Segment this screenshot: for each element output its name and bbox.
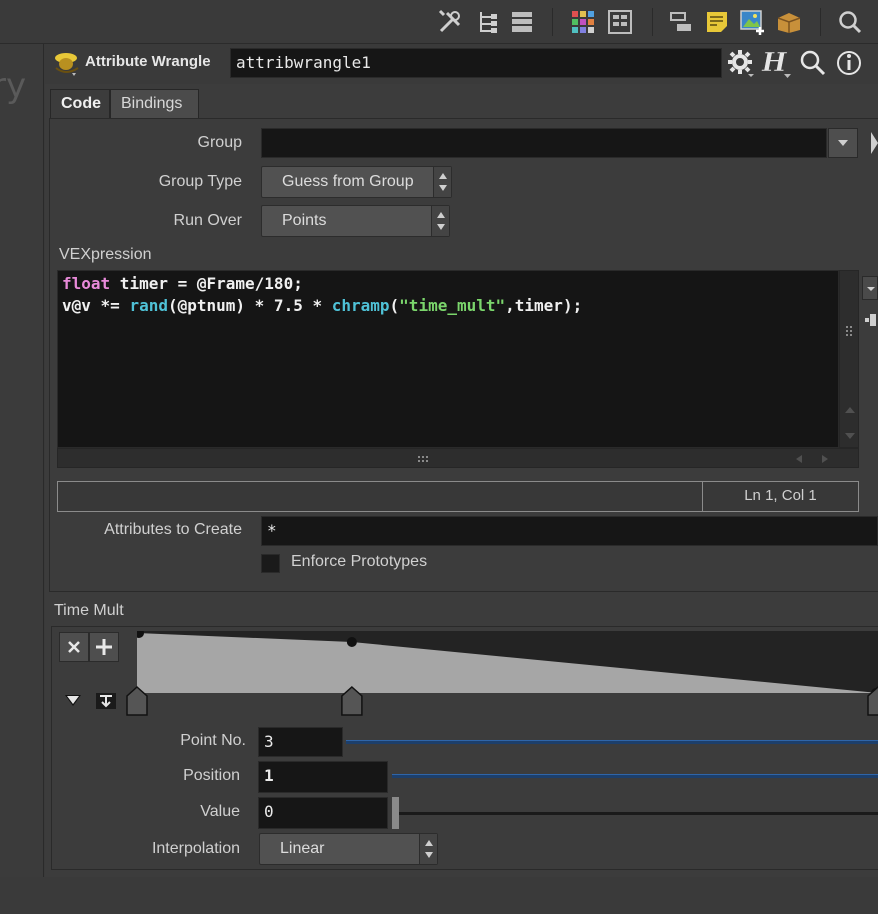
code-string: "time_mult"	[399, 296, 506, 315]
interpolation-dropdown[interactable]: Linear	[259, 833, 438, 865]
code-line-1: float timer = @Frame/180;	[62, 273, 834, 295]
value-label: Value	[200, 803, 240, 820]
point-no-slider[interactable]	[346, 740, 878, 744]
position-input[interactable]: 1	[258, 761, 388, 793]
tree-icon[interactable]	[474, 8, 502, 36]
note-icon[interactable]	[703, 8, 731, 36]
ramp-point[interactable]	[346, 637, 357, 647]
editor-horizontal-scrollbar[interactable]	[57, 448, 859, 468]
tab-code[interactable]: Code	[50, 89, 110, 119]
group-input[interactable]	[261, 128, 827, 158]
code-function: chramp	[331, 296, 390, 315]
ramp-keys[interactable]	[120, 684, 878, 718]
code-function: rand	[129, 296, 168, 315]
help-h-icon[interactable]: H	[760, 47, 794, 79]
run-over-value: Points	[282, 212, 327, 229]
chevron-down-icon	[867, 287, 875, 291]
left-panel-gutter	[0, 44, 44, 877]
code-line-2: v@v *= rand(@ptnum) * 7.5 * chramp("time…	[62, 295, 834, 317]
value-slider-track[interactable]	[399, 812, 878, 815]
gear-icon[interactable]	[726, 48, 756, 78]
attributes-to-create-label: Attributes to Create	[104, 521, 242, 538]
attributes-to-create-input[interactable]: *	[261, 516, 878, 546]
code-text: ,timer);	[505, 296, 583, 315]
group-type-label: Group Type	[158, 173, 242, 190]
updown-arrows-icon	[431, 206, 449, 236]
remove-point-button[interactable]	[59, 632, 89, 662]
point-no-label: Point No.	[180, 732, 246, 749]
group-type-value: Guess from Group	[282, 173, 414, 190]
run-over-dropdown[interactable]: Points	[261, 205, 450, 237]
chevron-down-icon	[838, 140, 848, 146]
editor-vertical-scrollbar[interactable]	[839, 270, 859, 448]
package-icon[interactable]	[775, 8, 803, 36]
list-icon[interactable]	[508, 8, 536, 36]
node-icon[interactable]	[667, 8, 695, 36]
ramp-key-marker[interactable]	[867, 685, 878, 716]
ramp-key-marker[interactable]	[126, 685, 148, 716]
ramp-key-marker[interactable]	[341, 685, 363, 716]
svg-text:H: H	[761, 48, 788, 78]
node-name-input[interactable]: attribwrangle1	[230, 48, 722, 78]
code-keyword: float	[62, 274, 111, 293]
tools-icon[interactable]	[436, 8, 464, 36]
editor-expand-button[interactable]	[862, 276, 878, 300]
ramp-preset-icon[interactable]	[95, 692, 117, 710]
vex-code-editor[interactable]: float timer = @Frame/180; v@v *= rand(@pt…	[57, 270, 839, 448]
point-no-input[interactable]: 3	[258, 727, 343, 757]
close-icon	[68, 641, 80, 653]
enforce-prototypes-label: Enforce Prototypes	[291, 553, 428, 570]
run-over-label: Run Over	[173, 212, 242, 229]
group-dropdown-button[interactable]	[828, 128, 858, 158]
code-text: (@ptnum) * 7.5 *	[167, 296, 332, 315]
plus-icon	[96, 639, 112, 655]
wrangle-node-icon[interactable]	[52, 48, 82, 78]
collapse-triangle-icon[interactable]	[63, 692, 83, 708]
group-type-dropdown[interactable]: Guess from Group	[261, 166, 452, 198]
main-toolbar	[0, 0, 878, 44]
gutter-text: ry	[0, 66, 27, 106]
ramp-title: Time Mult	[54, 602, 124, 619]
cursor-position: Ln 1, Col 1	[702, 482, 858, 511]
group-label: Group	[197, 134, 242, 151]
layout-icon[interactable]	[606, 8, 634, 36]
interpolation-label: Interpolation	[151, 840, 240, 857]
interpolation-value: Linear	[280, 840, 325, 857]
updown-arrows-icon	[433, 167, 451, 197]
grid-color-icon[interactable]	[569, 8, 597, 36]
search-icon[interactable]	[836, 8, 864, 36]
position-label: Position	[183, 767, 240, 784]
value-input[interactable]: 0	[258, 797, 388, 829]
editor-resize-icon[interactable]	[864, 312, 878, 328]
position-slider[interactable]	[392, 774, 878, 778]
code-text: timer = @Frame/180;	[110, 274, 303, 293]
vexpression-label: VEXpression	[59, 246, 152, 263]
tab-bindings[interactable]: Bindings	[110, 89, 199, 119]
add-point-button[interactable]	[89, 632, 119, 662]
code-text: (	[389, 296, 400, 315]
image-add-icon[interactable]	[739, 8, 767, 36]
value-slider-handle[interactable]	[392, 797, 399, 829]
group-select-arrow-icon[interactable]	[868, 130, 878, 156]
node-type-label: Attribute Wrangle	[85, 53, 211, 70]
code-text: v@v *=	[62, 296, 130, 315]
updown-arrows-icon	[419, 834, 437, 864]
info-icon[interactable]	[834, 48, 864, 78]
enforce-prototypes-checkbox[interactable]	[261, 554, 280, 573]
search-icon[interactable]	[798, 48, 828, 78]
